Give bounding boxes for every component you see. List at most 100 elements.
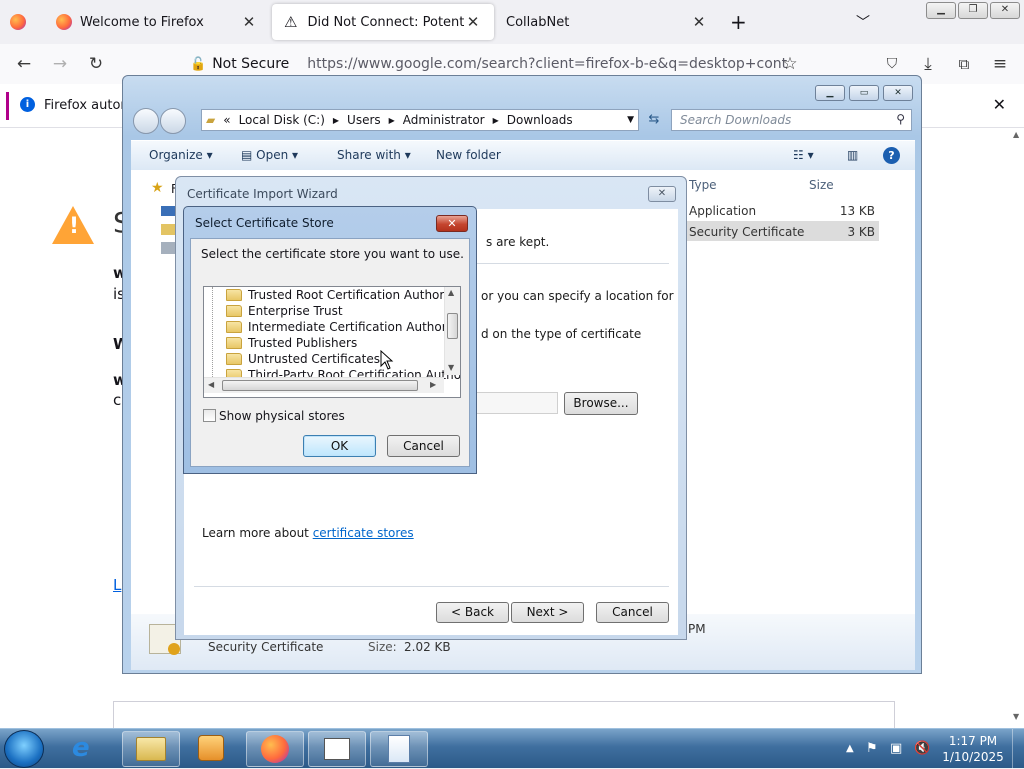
- file-row[interactable]: Application 13 KB: [687, 200, 879, 220]
- page-link-fragment[interactable]: L: [113, 576, 121, 594]
- explorer-close-button[interactable]: ✕: [883, 85, 913, 101]
- explorer-back-button[interactable]: [133, 108, 159, 134]
- restore-button[interactable]: ❐: [958, 2, 988, 19]
- ok-button[interactable]: OK: [303, 435, 376, 457]
- store-item[interactable]: Intermediate Certification Authorities: [226, 319, 460, 335]
- tab-did-not-connect[interactable]: ⚠ Did Not Connect: Potential Security Is…: [272, 4, 494, 40]
- organize-menu[interactable]: Organize ▾: [149, 148, 213, 162]
- share-with-menu[interactable]: Share with ▾: [337, 148, 411, 162]
- explorer-command-bar: Organize ▾ ▤ Open ▾ Share with ▾ New fol…: [131, 140, 915, 170]
- browse-button[interactable]: Browse...: [564, 392, 638, 415]
- tab-welcome[interactable]: Welcome to Firefox ✕: [44, 4, 270, 40]
- minimize-button[interactable]: ▁: [926, 2, 956, 19]
- certificate-store-tree[interactable]: Trusted Root Certification Authorities E…: [203, 286, 461, 398]
- breadcrumb-users[interactable]: Users: [347, 113, 381, 127]
- reload-icon[interactable]: ↻: [84, 52, 108, 76]
- explorer-maximize-button[interactable]: ▭: [849, 85, 879, 101]
- bookmark-star-icon[interactable]: ☆: [778, 52, 802, 76]
- store-path-field[interactable]: [476, 392, 558, 414]
- taskbar-app-list[interactable]: [308, 731, 366, 767]
- close-notification-icon[interactable]: ✕: [993, 95, 1006, 114]
- close-tab-icon[interactable]: ✕: [464, 13, 482, 31]
- wizard-close-button[interactable]: ✕: [648, 186, 676, 202]
- show-desktop-button[interactable]: [1012, 729, 1024, 769]
- internet-explorer-icon[interactable]: e: [72, 733, 90, 763]
- column-size[interactable]: Size: [809, 178, 834, 192]
- taskbar-notepad[interactable]: [370, 731, 428, 767]
- action-center-flag-icon[interactable]: ⚑: [866, 741, 878, 756]
- page-scrollbar[interactable]: ▲ ▼: [1010, 128, 1024, 728]
- refresh-icon[interactable]: ⇆: [643, 109, 665, 131]
- hamburger-menu-icon[interactable]: ≡: [988, 52, 1012, 76]
- show-hidden-icons-icon[interactable]: ▲: [846, 743, 854, 754]
- volume-muted-icon[interactable]: 🔇: [914, 741, 930, 756]
- address-bar[interactable]: ▰ « Local Disk (C:) ▶ Users ▶ Administra…: [201, 109, 639, 131]
- network-icon[interactable]: ▣: [890, 741, 902, 756]
- tree-horizontal-scrollbar[interactable]: ◀ ▶: [204, 377, 444, 393]
- url-text[interactable]: https://www.google.com/search?client=fir…: [307, 56, 787, 72]
- firefox-icon: [261, 735, 289, 763]
- tab-title: Welcome to Firefox: [80, 14, 204, 30]
- breadcrumb-separator-icon[interactable]: ▶: [389, 116, 395, 125]
- close-tab-icon[interactable]: ✕: [690, 13, 708, 31]
- scroll-left-icon: ◀: [208, 380, 215, 389]
- breadcrumb-separator-icon[interactable]: ▶: [333, 116, 339, 125]
- explorer-minimize-button[interactable]: ▁: [815, 85, 845, 101]
- url-bar[interactable]: 🔓 Not Secure https://www.google.com/sear…: [180, 50, 810, 78]
- store-item[interactable]: Trusted Root Certification Authorities: [226, 287, 460, 303]
- store-dialog-close-button[interactable]: ✕: [436, 215, 468, 232]
- pocket-icon[interactable]: ⛉: [880, 52, 904, 76]
- media-player-icon[interactable]: [198, 735, 224, 761]
- back-arrow-icon[interactable]: ←: [12, 52, 36, 76]
- firefox-menu-icon[interactable]: [10, 14, 34, 30]
- details-type: Security Certificate: [208, 640, 324, 654]
- show-physical-stores-checkbox[interactable]: [203, 409, 216, 422]
- view-options-icon[interactable]: ☷ ▾: [793, 148, 814, 162]
- store-cancel-button[interactable]: Cancel: [387, 435, 460, 457]
- file-row-selected[interactable]: Security Certificate 3 KB: [687, 221, 879, 241]
- store-prompt: Select the certificate store you want to…: [201, 247, 464, 261]
- extensions-icon[interactable]: ⧉: [952, 52, 976, 76]
- taskbar-firefox[interactable]: [246, 731, 304, 767]
- close-button[interactable]: ✕: [990, 2, 1020, 19]
- downloads-icon[interactable]: ⤓: [916, 52, 940, 76]
- store-item[interactable]: Trusted Publishers: [226, 335, 357, 351]
- wizard-cancel-button[interactable]: Cancel: [596, 602, 669, 623]
- breadcrumb-downloads[interactable]: Downloads: [507, 113, 573, 127]
- tab-collabnet[interactable]: CollabNet ✕: [494, 4, 720, 40]
- downloads-folder-icon[interactable]: [161, 224, 175, 235]
- system-clock[interactable]: 1:17 PM 1/10/2025: [940, 733, 1006, 765]
- tree-guide-line: [212, 287, 213, 377]
- close-tab-icon[interactable]: ✕: [240, 13, 258, 31]
- favorites-star-icon[interactable]: ★: [151, 180, 164, 196]
- not-secure-label: Not Secure: [212, 56, 290, 72]
- insecure-lock-icon[interactable]: 🔓: [190, 57, 206, 72]
- breadcrumb-separator-icon[interactable]: ▶: [493, 116, 499, 125]
- search-box[interactable]: Search Downloads ⚲: [671, 109, 912, 131]
- new-folder-button[interactable]: New folder: [436, 148, 501, 162]
- recent-places-icon[interactable]: [161, 242, 175, 254]
- store-item[interactable]: Untrusted Certificates: [226, 351, 380, 367]
- preview-pane-icon[interactable]: ▥: [847, 148, 858, 162]
- tree-vertical-scrollbar[interactable]: ▲ ▼: [444, 287, 460, 375]
- desktop-icon[interactable]: [161, 206, 175, 216]
- column-type[interactable]: Type: [689, 178, 717, 192]
- open-menu[interactable]: ▤ Open ▾: [241, 148, 298, 162]
- show-physical-stores-label[interactable]: Show physical stores: [219, 409, 345, 423]
- breadcrumb-administrator[interactable]: Administrator: [403, 113, 485, 127]
- back-button[interactable]: < Back: [436, 602, 509, 623]
- store-item[interactable]: Enterprise Trust: [226, 303, 343, 319]
- forward-arrow-icon[interactable]: →: [48, 52, 72, 76]
- breadcrumb-local-disk[interactable]: Local Disk (C:): [239, 113, 325, 127]
- search-icon[interactable]: ⚲: [896, 112, 905, 126]
- next-button[interactable]: Next >: [511, 602, 584, 623]
- start-button[interactable]: [4, 730, 44, 768]
- address-dropdown-icon[interactable]: ▼: [627, 115, 634, 125]
- list-tabs-chevron-down-icon[interactable]: ﹀: [856, 12, 870, 32]
- explorer-forward-button[interactable]: [160, 108, 186, 134]
- breadcrumb-overflow[interactable]: «: [223, 113, 230, 127]
- new-tab-button[interactable]: +: [730, 10, 747, 34]
- taskbar-explorer[interactable]: [122, 731, 180, 767]
- help-icon[interactable]: ?: [883, 147, 900, 164]
- certificate-stores-link[interactable]: certificate stores: [313, 526, 414, 540]
